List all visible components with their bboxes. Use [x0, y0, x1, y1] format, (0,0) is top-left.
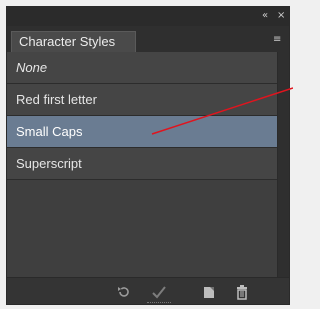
list-item-style-superscript[interactable]: Superscript — [7, 148, 277, 180]
list-scrollbar[interactable] — [277, 52, 289, 277]
styles-list: None Red first letter Small Caps Supersc… — [7, 52, 277, 277]
list-item-style-none[interactable]: None — [7, 52, 277, 84]
character-styles-panel: « × Character Styles ≡ None Red first le… — [6, 6, 290, 305]
list-item-style-small-caps[interactable]: Small Caps — [7, 116, 277, 148]
delete-style-icon[interactable] — [233, 284, 251, 302]
clear-overrides-icon[interactable] — [115, 284, 133, 302]
panel-tab-row: Character Styles ≡ — [7, 26, 289, 52]
new-style-icon[interactable] — [200, 284, 218, 302]
panel-menu-icon[interactable]: ≡ — [273, 35, 285, 45]
panel-title-bar[interactable]: « × — [7, 7, 289, 26]
close-panel-icon[interactable]: × — [277, 10, 285, 22]
collapse-panel-icon[interactable]: « — [262, 10, 268, 22]
tab-character-styles[interactable]: Character Styles — [11, 31, 136, 52]
panel-bottom-toolbar — [7, 277, 289, 304]
resize-grip[interactable] — [147, 302, 171, 304]
list-item-style-red-first-letter[interactable]: Red first letter — [7, 84, 277, 116]
redefine-style-icon[interactable] — [150, 284, 168, 302]
